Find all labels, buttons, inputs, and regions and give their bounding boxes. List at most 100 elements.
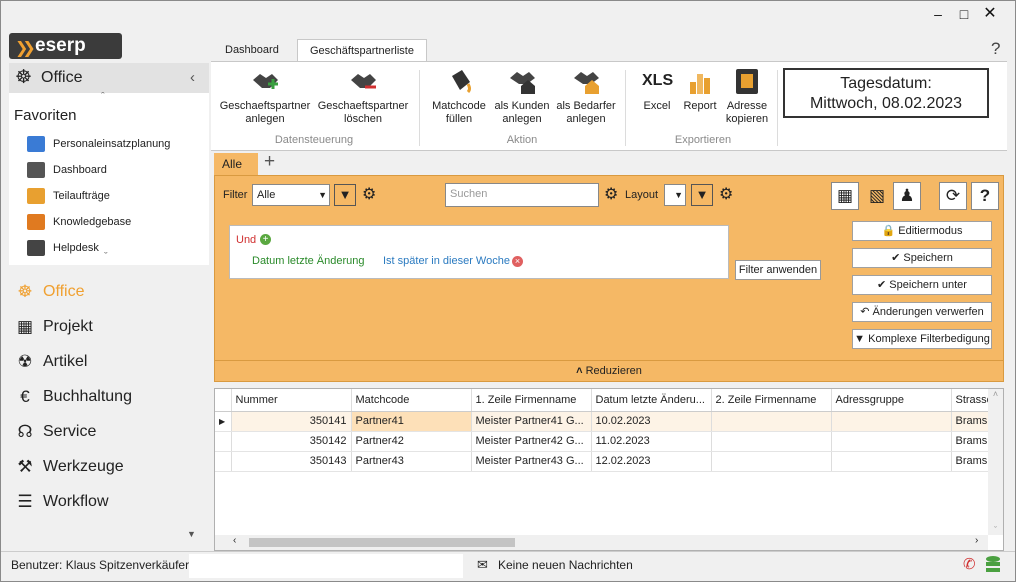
module-header[interactable]: ☸ Office ‹ — [9, 63, 209, 93]
column-header[interactable]: Nummer — [231, 389, 352, 412]
sidebar-item-service[interactable]: ☊ Service — [15, 418, 96, 446]
table-cell[interactable]: Partner41 — [351, 411, 472, 432]
filter-field[interactable]: Datum letzte Änderung — [252, 255, 365, 267]
tab-alle[interactable]: Alle — [214, 153, 258, 175]
apply-filter-button[interactable]: Filter anwenden — [735, 260, 821, 280]
table-cell[interactable]: Brams — [951, 411, 994, 432]
table-row[interactable]: 350143 Partner43 Meister Partner43 G... 12.… — [215, 451, 994, 472]
scroll-up-arrow-icon[interactable]: ˄ — [988, 389, 1003, 399]
sidebar-item-office[interactable]: ☸ Office — [15, 278, 84, 306]
minimize-button[interactable]: – — [928, 5, 948, 23]
partner-create-button[interactable]: Geschaeftspartner anlegen — [217, 66, 313, 126]
edit-mode-button[interactable]: 🔒 Editiermodus — [852, 221, 992, 241]
phone-icon[interactable]: ✆ — [963, 555, 976, 573]
sidebar-scroll-down-icon[interactable]: ▼ — [187, 529, 196, 539]
search-input[interactable]: Suchen — [445, 183, 599, 207]
filter-settings-gear-icon[interactable]: ⚙ — [362, 184, 376, 204]
column-header[interactable]: 1. Zeile Firmenname — [471, 389, 592, 412]
scroll-down-arrow-icon[interactable]: ˇ — [988, 525, 1003, 535]
report-button[interactable]: Report — [679, 66, 721, 113]
remove-condition-icon[interactable]: × — [512, 256, 523, 267]
favorite-item[interactable]: Dashboard — [27, 159, 107, 181]
partner-delete-button[interactable]: Geschaeftspartner löschen — [315, 66, 411, 126]
horizontal-scrollbar[interactable]: ‹ › — [215, 535, 988, 550]
column-header[interactable]: Datum letzte Änderu... — [591, 389, 712, 412]
sidebar-item-projekt[interactable]: ▦ Projekt — [15, 313, 93, 341]
row-indicator[interactable]: ▶ — [215, 411, 232, 432]
filter-condition[interactable]: Ist später in dieser Woche — [383, 255, 510, 267]
favorite-item[interactable]: Personaleinsatzplanung — [27, 133, 170, 155]
add-condition-icon[interactable]: + — [260, 234, 271, 245]
sidebar-item-buchhaltung[interactable]: € Buchhaltung — [15, 383, 132, 411]
table-cell[interactable] — [831, 451, 952, 472]
copy-address-button[interactable]: Adresse kopieren — [721, 66, 773, 126]
save-button[interactable]: ✔ Speichern — [852, 248, 992, 268]
sidebar-item-artikel[interactable]: ☢ Artikel — [15, 348, 87, 376]
layout-select[interactable]: ▼ — [664, 184, 686, 206]
buildings-filter-icon[interactable]: ▧ — [863, 182, 891, 210]
table-cell[interactable]: Partner43 — [351, 451, 472, 472]
vertical-scrollbar[interactable]: ˄ ˇ — [988, 389, 1003, 535]
discard-changes-button[interactable]: ↶ Änderungen verwerfen — [852, 302, 992, 322]
table-cell[interactable]: Meister Partner41 G... — [471, 411, 592, 432]
table-cell[interactable]: 350141 — [231, 411, 352, 432]
scroll-right-arrow-icon[interactable]: › — [975, 535, 978, 546]
table-cell[interactable] — [831, 431, 952, 452]
table-cell[interactable] — [831, 411, 952, 432]
table-cell[interactable]: Meister Partner43 G... — [471, 451, 592, 472]
table-row[interactable]: ▶ 350141 Partner41 Meister Partner41 G... 10… — [215, 411, 994, 432]
table-cell[interactable] — [711, 411, 832, 432]
refresh-icon[interactable]: ⟳ — [939, 182, 967, 210]
favorite-item[interactable]: Knowledgebase — [27, 211, 131, 233]
table-cell[interactable]: Meister Partner42 G... — [471, 431, 592, 452]
row-indicator[interactable] — [215, 431, 232, 452]
table-cell[interactable]: 350143 — [231, 451, 352, 472]
favorite-item[interactable]: Teilaufträge — [27, 185, 110, 207]
filter-funnel-icon[interactable]: ▼ — [334, 184, 356, 206]
table-cell[interactable]: Brams — [951, 451, 994, 472]
scroll-left-arrow-icon[interactable]: ‹ — [233, 535, 236, 546]
complex-filter-button[interactable]: ▼ Komplexe Filterbedigung — [852, 329, 992, 349]
table-cell[interactable]: 11.02.2023 — [591, 431, 712, 452]
reduce-bar[interactable]: ˄ Reduzieren — [215, 360, 1003, 381]
column-header[interactable]: Strasse — [951, 389, 994, 412]
column-header[interactable]: Adressgruppe — [831, 389, 952, 412]
search-settings-gear-icon[interactable]: ⚙ — [604, 184, 618, 204]
scroll-up-icon[interactable]: ˆ — [101, 91, 105, 103]
close-button[interactable]: ✕ — [980, 5, 1000, 23]
filter-operator[interactable]: Und — [236, 234, 256, 246]
column-header[interactable]: Matchcode — [351, 389, 472, 412]
help-icon[interactable]: ? — [971, 182, 999, 210]
filter-expression-box[interactable]: Und + Datum letzte Änderung Ist später i… — [229, 225, 729, 279]
table-cell[interactable] — [711, 451, 832, 472]
row-indicator[interactable] — [215, 451, 232, 472]
sidebar-item-workflow[interactable]: ☰ Workflow — [15, 488, 108, 516]
favorite-item[interactable]: Helpdesk — [27, 237, 99, 259]
collapse-chevron-icon[interactable]: ‹ — [190, 63, 195, 93]
person-icon[interactable]: ♟ — [893, 182, 921, 210]
table-cell[interactable] — [711, 431, 832, 452]
sidebar-item-werkzeuge[interactable]: ⚒ Werkzeuge — [15, 453, 123, 481]
layout-funnel-icon[interactable]: ▼ — [691, 184, 713, 206]
table-row[interactable]: 350142 Partner42 Meister Partner42 G... 11.… — [215, 431, 994, 452]
messages-label[interactable]: Keine neuen Nachrichten — [498, 558, 633, 572]
maximize-button[interactable]: □ — [954, 5, 974, 23]
create-customer-button[interactable]: als Kunden anlegen — [491, 66, 553, 126]
tab-dashboard[interactable]: Dashboard — [213, 39, 291, 61]
save-as-button[interactable]: ✔ Speichern unter — [852, 275, 992, 295]
table-cell[interactable]: 10.02.2023 — [591, 411, 712, 432]
scroll-thumb[interactable] — [249, 538, 515, 547]
table-cell[interactable]: Partner42 — [351, 431, 472, 452]
excel-export-button[interactable]: XLS Excel — [633, 66, 681, 113]
table-cell[interactable]: Brams — [951, 431, 994, 452]
matchcode-fill-button[interactable]: Matchcode füllen — [425, 66, 493, 126]
create-consumer-button[interactable]: als Bedarfer anlegen — [553, 66, 619, 126]
add-tab-button[interactable]: + — [264, 151, 275, 173]
layout-settings-gear-icon[interactable]: ⚙ — [719, 184, 733, 204]
scroll-down-icon[interactable]: ˇ — [104, 251, 108, 263]
building-filter-icon[interactable]: ▦ — [831, 182, 859, 210]
table-cell[interactable]: 350142 — [231, 431, 352, 452]
column-header[interactable]: 2. Zeile Firmenname — [711, 389, 832, 412]
filter-select[interactable]: Alle ▼ — [252, 184, 330, 206]
table-cell[interactable]: 12.02.2023 — [591, 451, 712, 472]
